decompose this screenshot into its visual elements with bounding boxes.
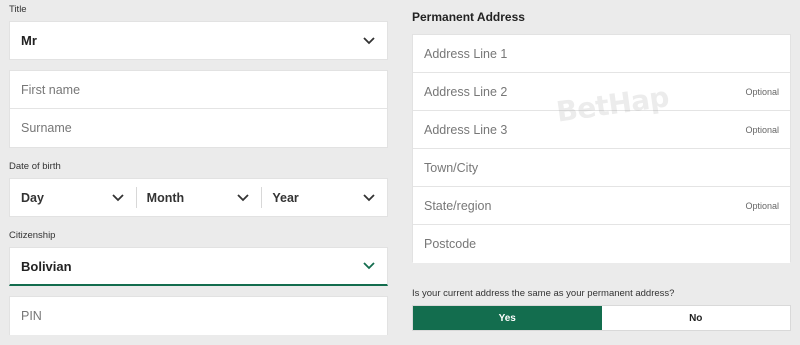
chevron-down-icon [111,191,125,205]
permanent-address-heading: Permanent Address [412,10,525,24]
dob-year-value: Year [272,190,299,205]
address-line-3-placeholder: Address Line 3 [424,122,508,137]
town-city-placeholder: Town/City [424,160,479,175]
title-label: Title [9,4,27,15]
pin-field[interactable]: PIN [10,297,387,335]
no-button[interactable]: No [602,306,791,330]
chevron-down-icon [362,259,376,273]
optional-tag: Optional [745,86,779,97]
address-line-1-field[interactable]: Address Line 1 [413,35,790,73]
first-name-placeholder: First name [21,82,81,97]
first-name-field[interactable]: First name [10,71,387,109]
surname-placeholder: Surname [21,121,72,135]
same-address-toggle: Yes No [412,305,791,331]
dob-label: Date of birth [9,161,61,172]
dob-month-value: Month [146,190,185,205]
citizenship-label: Citizenship [9,230,56,241]
address-line-2-field[interactable]: Address Line 2 Optional [413,73,790,111]
chevron-down-icon [362,191,376,205]
yes-button[interactable]: Yes [413,306,602,330]
dob-day-value: Day [21,190,44,205]
surname-field[interactable]: Surname [10,109,387,147]
citizenship-select[interactable]: Bolivian [9,247,388,286]
chevron-down-icon [236,191,250,205]
dob-year-select[interactable]: Year [261,179,387,216]
address-fields-group: Address Line 1 Address Line 2 Optional A… [412,34,791,263]
state-region-field[interactable]: State/region Optional [413,187,790,225]
chevron-down-icon [362,34,376,48]
pin-placeholder: PIN [21,309,42,323]
pin-field-wrapper: PIN [9,296,388,335]
same-address-question: Is your current address the same as your… [412,288,675,299]
optional-tag: Optional [745,124,779,135]
name-fields-group: First name Surname [9,70,388,148]
optional-tag: Optional [745,200,779,211]
town-city-field[interactable]: Town/City [413,149,790,187]
postcode-placeholder: Postcode [424,237,477,251]
dob-month-select[interactable]: Month [135,179,262,216]
title-select[interactable]: Mr [9,21,388,60]
address-line-1-placeholder: Address Line 1 [424,46,508,61]
address-line-2-placeholder: Address Line 2 [424,84,508,99]
dob-group: Day Month Year [9,178,388,217]
address-line-3-field[interactable]: Address Line 3 Optional [413,111,790,149]
state-region-placeholder: State/region [424,198,492,213]
title-value: Mr [21,33,37,48]
postcode-field[interactable]: Postcode [413,225,790,263]
citizenship-value: Bolivian [21,258,72,274]
dob-day-select[interactable]: Day [10,179,136,216]
